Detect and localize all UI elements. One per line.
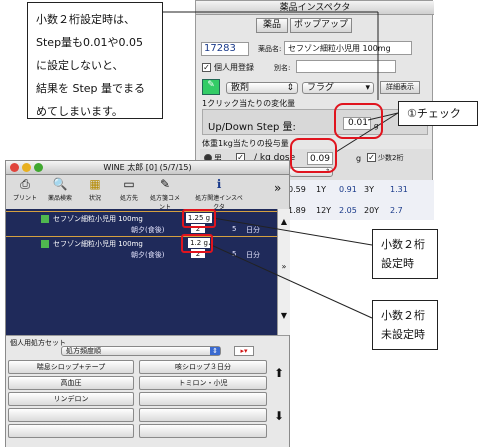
check-label: ①チェック xyxy=(407,107,461,120)
callout-line: 未設定時 xyxy=(381,328,425,341)
callout-line: 小数２桁 xyxy=(381,309,425,322)
two-digit-unset-callout: 小数２桁 未設定時 xyxy=(372,300,438,350)
note-callout: 小数２桁設定時は、 Step量も0.01や0.05 に設定しないと、 結果を S… xyxy=(27,2,163,119)
highlight-rx-2 xyxy=(181,234,213,253)
callout-line: 小数２桁 xyxy=(381,238,425,251)
note-line: めてしまいます。 xyxy=(36,105,123,118)
note-line: 小数２桁設定時は、 xyxy=(36,13,135,26)
highlight-rx-1 xyxy=(182,209,216,228)
note-line: Step量も0.01や0.05 xyxy=(36,36,144,49)
check-callout: ①チェック xyxy=(398,101,478,126)
highlight-dose xyxy=(290,138,337,173)
callout-line: 設定時 xyxy=(381,257,414,270)
highlight-step xyxy=(334,103,383,139)
two-digit-set-callout: 小数２桁 設定時 xyxy=(372,229,438,279)
note-line: 結果を Step 量でまる xyxy=(36,82,146,95)
note-line: に設定しないと、 xyxy=(36,59,124,72)
